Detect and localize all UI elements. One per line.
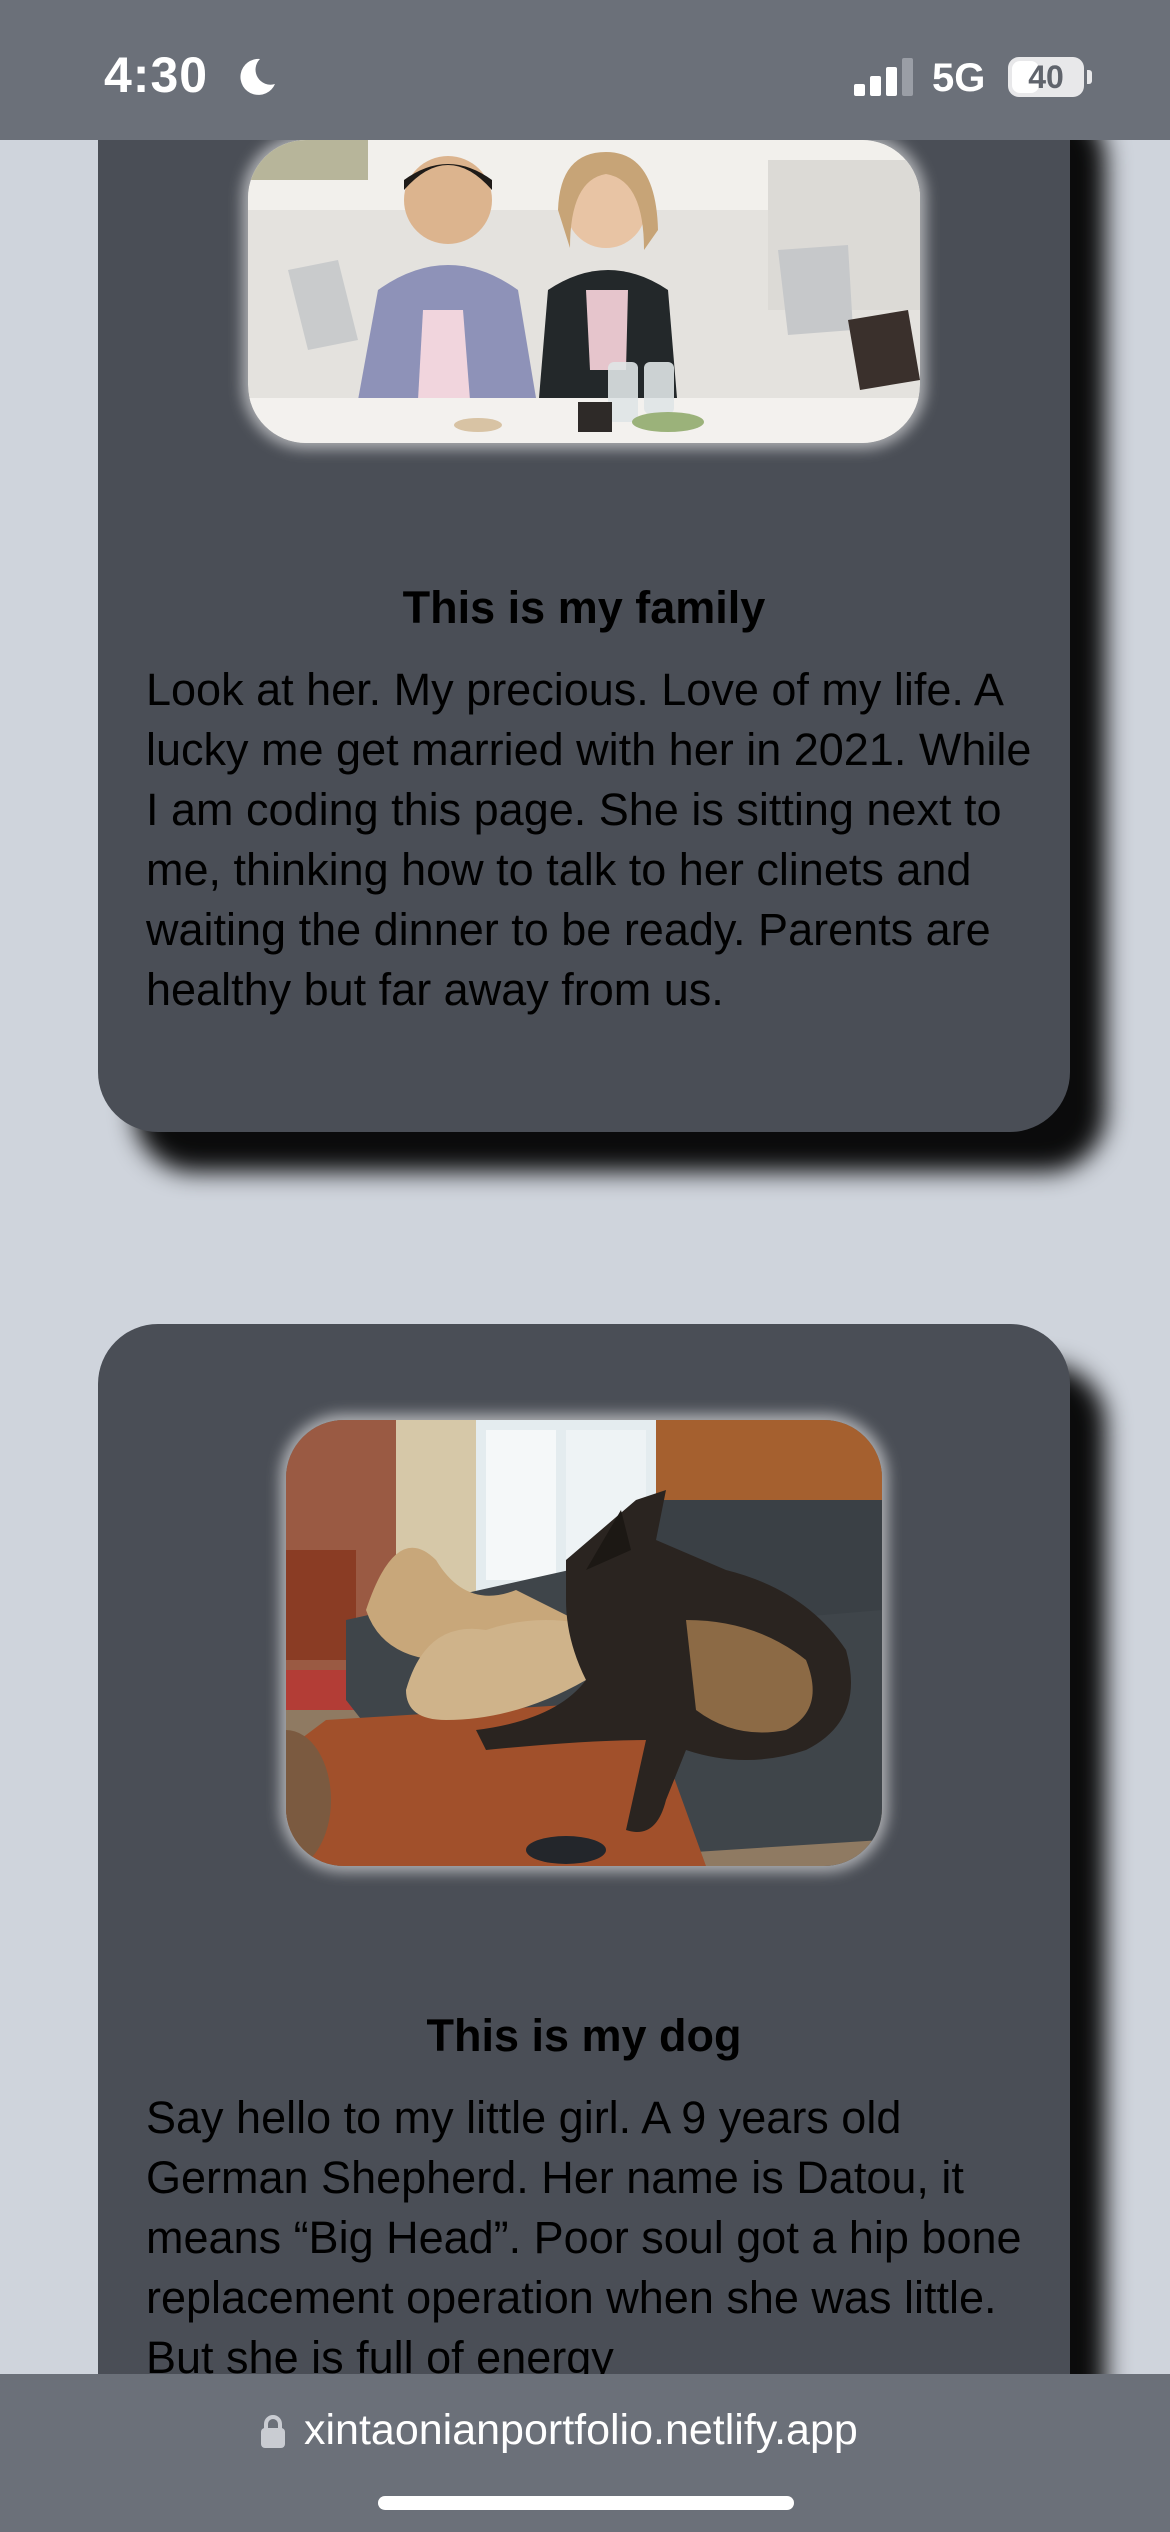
dog-card: This is my dog Say hello to my little gi… — [98, 1324, 1070, 2532]
moon-icon — [240, 58, 275, 95]
home-indicator[interactable] — [378, 2496, 794, 2510]
signal-icon — [854, 58, 913, 96]
family-photo — [248, 140, 920, 443]
url-label[interactable]: xintaonianportfolio.netlify.app — [304, 2406, 858, 2455]
dog-photo — [286, 1420, 882, 1866]
card-body: Look at her. My precious. Love of my lif… — [146, 664, 1032, 1015]
family-card: This is my family Look at her. My precio… — [98, 60, 1070, 1132]
address-bar[interactable]: xintaonianportfolio.netlify.app — [0, 2374, 1170, 2532]
status-time: 4:30 — [104, 47, 209, 103]
battery-label: 40 — [1028, 59, 1064, 95]
card-title: This is my family — [402, 582, 766, 633]
battery-icon: 40 — [1008, 57, 1084, 97]
card-body: Say hello to my little girl. A 9 years o… — [146, 2092, 1022, 2383]
network-label: 5G — [932, 56, 986, 100]
battery-tip — [1087, 70, 1092, 84]
screen: 4:30 5G 40 This is my family Look at her… — [0, 0, 1170, 2532]
status-bar: 4:30 5G 40 — [0, 0, 1170, 140]
lock-icon — [261, 2415, 285, 2448]
card-title: This is my dog — [426, 2010, 742, 2061]
